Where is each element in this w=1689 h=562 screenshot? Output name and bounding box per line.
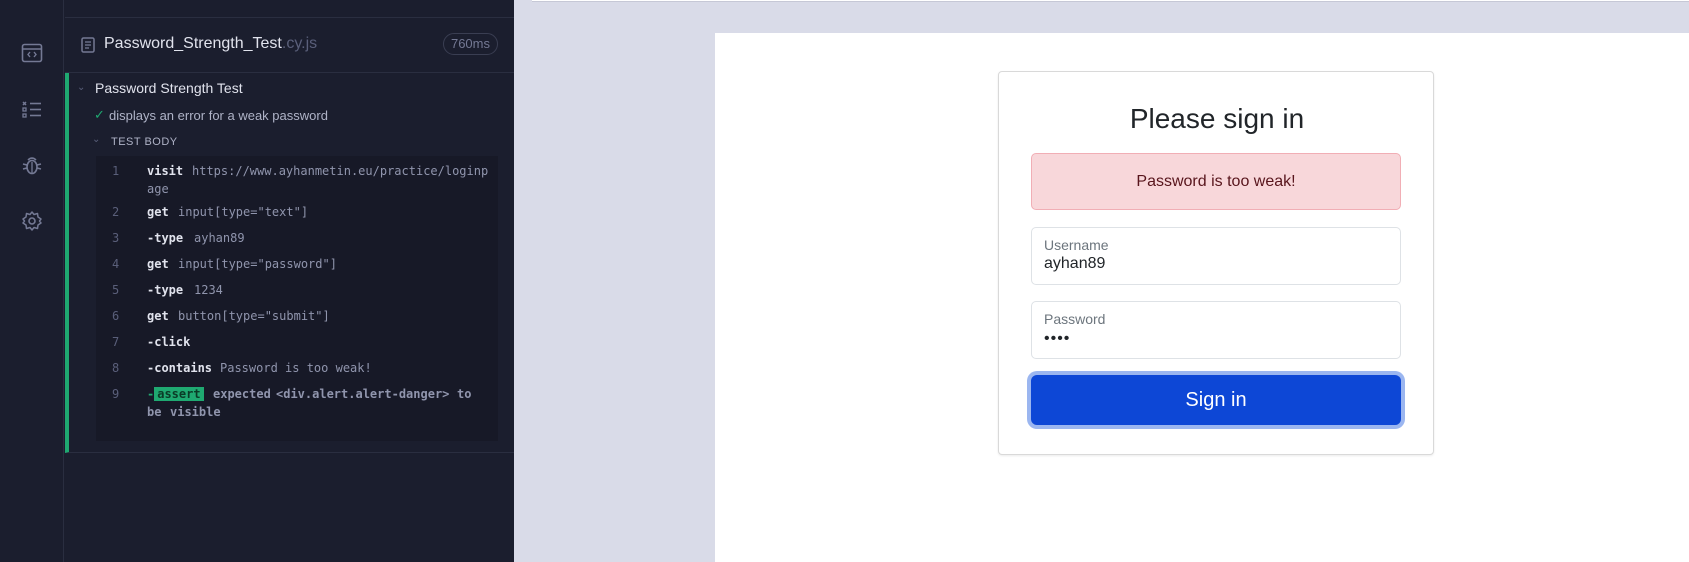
password-field[interactable]: Password •••• <box>1031 301 1401 359</box>
assert-to: to <box>457 387 472 401</box>
command-name: -type <box>147 283 184 297</box>
command-number: 6 <box>112 309 120 323</box>
runs-icon[interactable] <box>19 96 45 122</box>
sign-in-button[interactable]: Sign in <box>1031 375 1401 425</box>
chevron-down-icon[interactable]: ⌄ <box>77 82 85 93</box>
command-name: -contains <box>147 361 213 375</box>
command-message: https://www.ayhanmetin.eu/practice/login… <box>192 164 489 178</box>
command-number: 8 <box>112 361 120 375</box>
spec-header[interactable]: Password_Strength_Test.cy.js 760ms <box>65 18 514 73</box>
document-icon <box>81 37 95 53</box>
username-value[interactable]: ayhan89 <box>1044 255 1105 273</box>
viewport-info <box>1612 0 1689 2</box>
suite-block: ⌄ Password Strength Test ✓ displays an e… <box>65 73 514 453</box>
assert-expected: expected <box>213 387 271 401</box>
command-name: -type <box>147 231 184 245</box>
chevron-down-icon[interactable]: ⌄ <box>92 134 100 145</box>
command-dash: - <box>147 387 155 401</box>
command-message: 1234 <box>194 283 223 297</box>
command-number: 4 <box>112 257 120 271</box>
command-row[interactable]: 8 -contains Password is too weak! <box>96 361 498 381</box>
assert-visible: visible <box>170 405 221 419</box>
check-icon: ✓ <box>94 107 105 122</box>
command-row[interactable]: 2 get input[type="text"] <box>96 205 498 225</box>
command-number: 2 <box>112 205 120 219</box>
app-under-test: Please sign in Password is too weak! Use… <box>514 0 1689 562</box>
assert-badge: assert <box>154 387 204 401</box>
command-name: visit <box>147 164 184 178</box>
command-row[interactable]: 6 get button[type="submit"] <box>96 309 498 329</box>
username-label: Username <box>1044 237 1109 253</box>
password-label: Password <box>1044 311 1106 327</box>
command-number: 1 <box>112 164 120 178</box>
command-row[interactable]: 5 -type 1234 <box>96 283 498 303</box>
assert-selector: <div.alert.alert-danger> <box>276 387 450 401</box>
url-bar[interactable] <box>532 0 1612 2</box>
suite-title[interactable]: Password Strength Test <box>95 80 243 96</box>
reporter-panel: Password_Strength_Test.cy.js 760ms ⌄ Pas… <box>65 0 514 562</box>
command-name: - assert <box>147 387 204 401</box>
command-name: -click <box>147 335 191 349</box>
page-title: Please sign in <box>1129 103 1305 134</box>
command-message-continued: age <box>147 182 169 196</box>
command-number: 9 <box>112 387 120 401</box>
debug-icon[interactable] <box>19 152 45 178</box>
assert-be: be <box>147 405 162 419</box>
command-message: ayhan89 <box>194 231 245 245</box>
command-message: input[type="text"] <box>178 205 309 219</box>
login-card: Please sign in Password is too weak! Use… <box>998 71 1434 455</box>
app-page: Please sign in Password is too weak! Use… <box>715 33 1689 562</box>
command-message: button[type="submit"] <box>178 309 330 323</box>
password-value[interactable]: •••• <box>1044 330 1070 348</box>
assert-row[interactable]: 9 - assert expected <div.alert.alert-dang… <box>96 387 498 427</box>
command-name: get <box>147 205 169 219</box>
test-body-label[interactable]: TEST BODY <box>111 136 178 148</box>
command-log: 1 visit https://www.ayhanmetin.eu/practi… <box>96 156 498 441</box>
test-title[interactable]: displays an error for a weak password <box>109 108 328 123</box>
specs-icon[interactable] <box>19 40 45 66</box>
command-number: 5 <box>112 283 120 297</box>
nav-rail <box>0 0 64 562</box>
duration-badge: 760ms <box>442 33 498 55</box>
command-number: 7 <box>112 335 120 349</box>
command-name: get <box>147 309 169 323</box>
username-field[interactable]: Username ayhan89 <box>1031 227 1401 285</box>
command-row[interactable]: 3 -type ayhan89 <box>96 231 498 251</box>
alert-danger: Password is too weak! <box>1031 153 1401 210</box>
settings-icon[interactable] <box>19 208 45 234</box>
command-message: input[type="password"] <box>178 257 337 271</box>
command-name: get <box>147 257 169 271</box>
command-row[interactable]: 4 get input[type="password"] <box>96 257 498 277</box>
command-number: 3 <box>112 231 120 245</box>
spec-file-extension: .cy.js <box>281 35 318 52</box>
cypress-runner: Password_Strength_Test.cy.js 760ms ⌄ Pas… <box>0 0 1689 562</box>
command-row[interactable]: 7 -click <box>96 335 498 355</box>
command-message: Password is too weak! <box>220 361 372 375</box>
command-row[interactable]: 1 visit https://www.ayhanmetin.eu/practi… <box>96 164 498 200</box>
spec-file-name: Password_Strength_Test.cy.js <box>104 35 318 52</box>
